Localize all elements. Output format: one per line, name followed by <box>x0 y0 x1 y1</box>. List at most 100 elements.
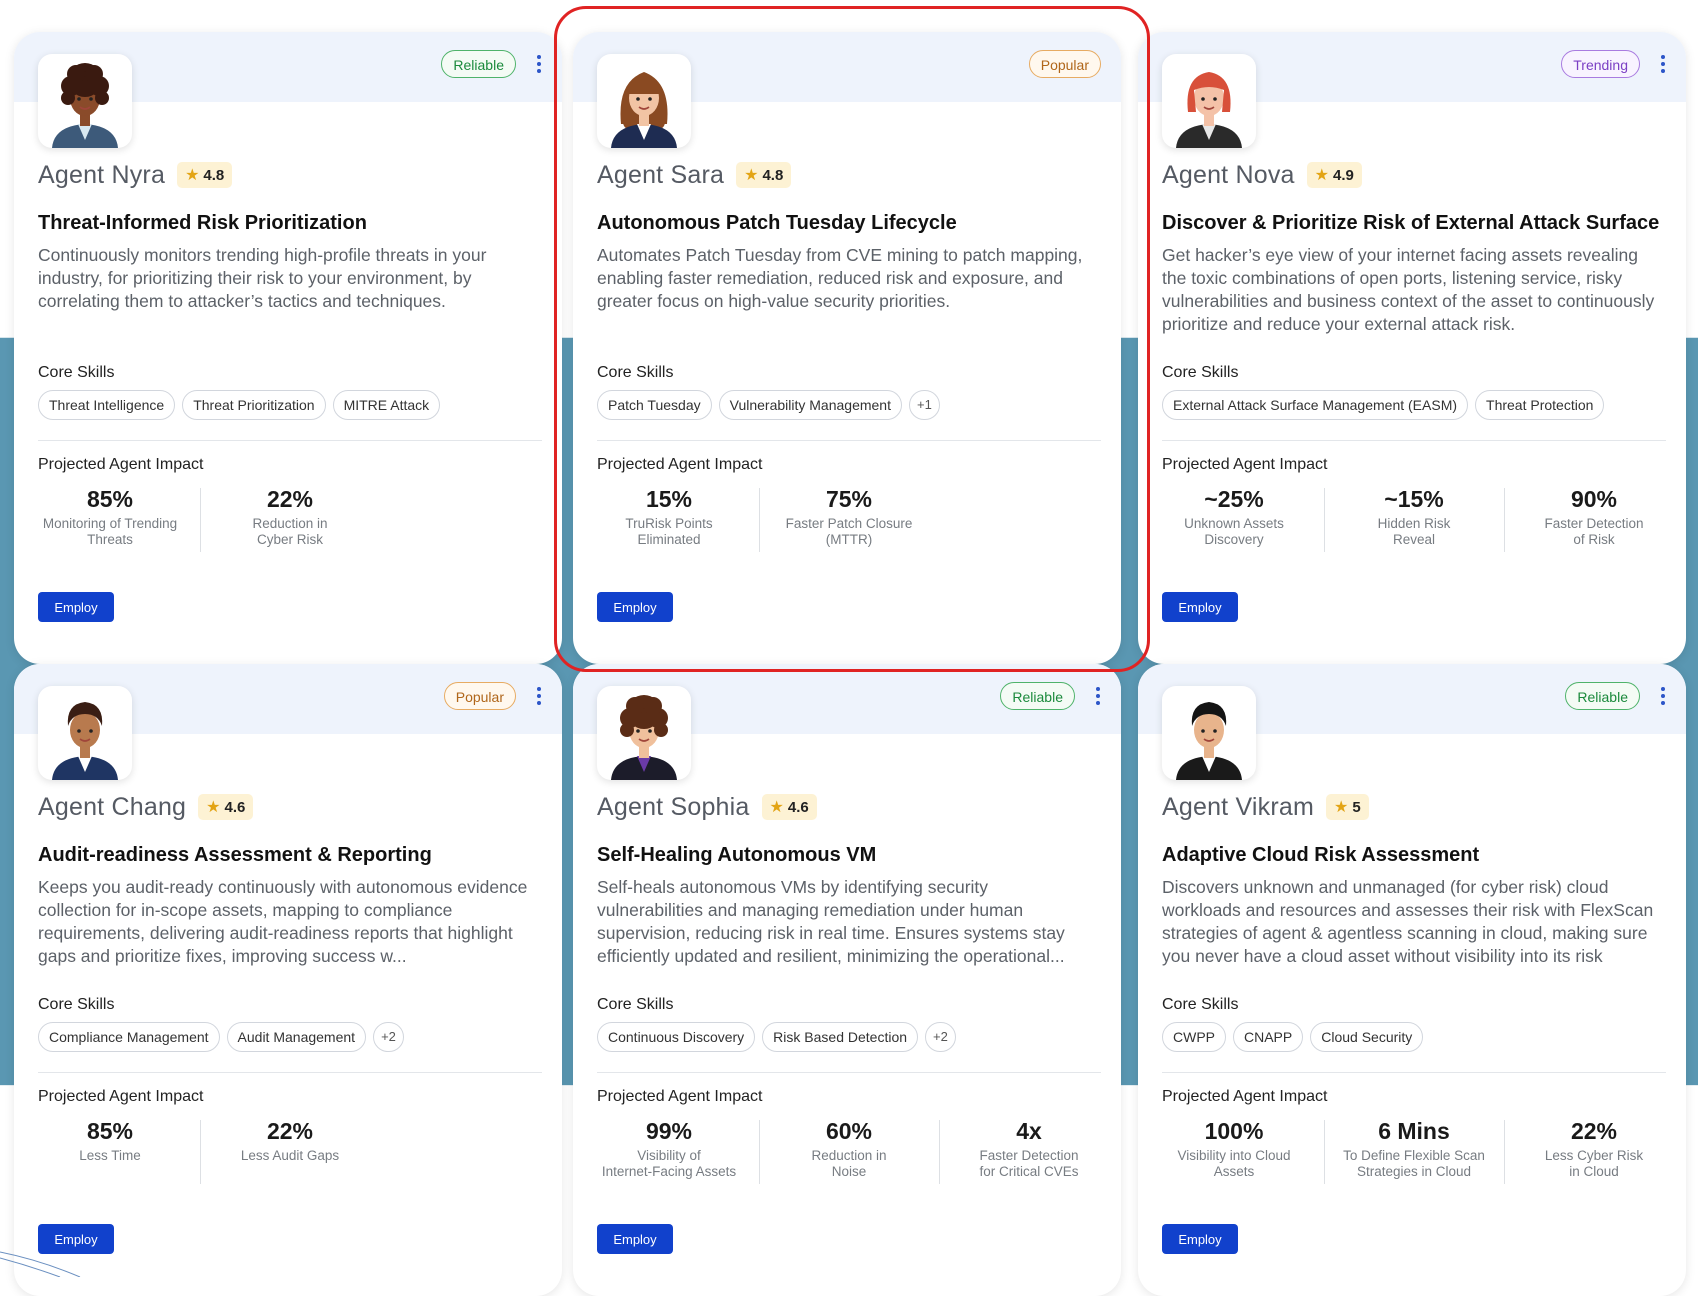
core-skills-heading: Core Skills <box>1162 364 1239 381</box>
skill-chip[interactable]: Compliance Management <box>38 1022 220 1052</box>
status-badge: Reliable <box>441 50 516 78</box>
employ-button[interactable]: Employ <box>597 1224 673 1254</box>
impact-heading: Projected Agent Impact <box>38 1088 204 1105</box>
card-description: Self-heals autonomous VMs by identifying… <box>597 877 1065 966</box>
metric-value: ~15% <box>1384 486 1444 512</box>
metric-value: 85% <box>86 1118 134 1144</box>
metric-value: 15% <box>645 486 693 512</box>
rating-value: 4.8 <box>762 166 784 184</box>
impact-metrics: 85% Less Time 22% Less Audit Gaps <box>20 1116 380 1184</box>
agent-card-agent-nyra[interactable]: Reliable Agent Nyra ★ 4.8 Threat-Informe… <box>14 32 562 664</box>
more-skills-chip[interactable]: +2 <box>373 1022 404 1052</box>
skill-chip[interactable]: Vulnerability Management <box>718 390 902 420</box>
core-skills-heading: Core Skills <box>38 364 115 381</box>
metric-value: 4x <box>1016 1118 1042 1144</box>
impact-metric: 100% Visibility into Cloud Assets <box>1144 1116 1324 1180</box>
agent-avatar <box>38 54 132 148</box>
status-badge: Popular <box>1028 50 1101 78</box>
impact-heading: Projected Agent Impact <box>1162 1088 1328 1105</box>
employ-button[interactable]: Employ <box>597 592 673 622</box>
impact-metric: 60% Reduction in Noise <box>759 1116 939 1184</box>
metric-label: Less Audit Gaps <box>240 1148 340 1163</box>
agent-card-agent-nova[interactable]: Trending Agent Nova ★ 4.9 Discover & Pri… <box>1138 32 1686 664</box>
core-skills-heading: Core Skills <box>597 996 674 1013</box>
divider <box>38 1072 542 1073</box>
impact-metric: ~15% Hidden Risk Reveal <box>1324 484 1504 552</box>
impact-metric: 85% Monitoring of Trending Threats <box>20 484 200 548</box>
more-skills-chip[interactable]: +2 <box>925 1022 956 1052</box>
more-options-icon[interactable] <box>1658 684 1668 712</box>
impact-metrics: ~25% Unknown Assets Discovery ~15% Hidden R… <box>1144 484 1684 552</box>
agent-card-agent-sara[interactable]: Popular Agent Sara ★ 4.8 Autonomous Patc… <box>573 32 1121 664</box>
metric-value: 22% <box>266 1118 314 1144</box>
rating-badge: ★ 4.9 <box>1306 162 1362 188</box>
metric-label: Hidden Risk Reveal <box>1377 516 1451 547</box>
status-badge: Popular <box>443 682 516 710</box>
skill-chip[interactable]: Patch Tuesday <box>597 390 712 420</box>
rating-badge: ★ 4.6 <box>198 794 254 820</box>
divider <box>1162 440 1666 441</box>
skill-chip[interactable]: Threat Intelligence <box>38 390 176 420</box>
more-options-icon[interactable] <box>534 52 544 80</box>
more-skills-chip[interactable]: +1 <box>908 390 940 420</box>
agent-avatar <box>1162 54 1256 148</box>
metric-value: 75% <box>825 486 873 512</box>
metric-label: Reduction in Cyber Risk <box>252 516 328 547</box>
employ-button[interactable]: Employ <box>38 592 114 622</box>
impact-metric: ~25% Unknown Assets Discovery <box>1144 484 1324 548</box>
core-skills-heading: Core Skills <box>597 364 674 381</box>
rating-value: 5 <box>1352 798 1361 816</box>
star-icon: ★ <box>744 167 759 184</box>
metric-label: Visibility of Internet-Facing Assets <box>601 1148 737 1179</box>
divider <box>38 440 542 441</box>
skills-list: CWPP CNAPP Cloud Security <box>1162 1022 1668 1052</box>
card-description: Automates Patch Tuesday from CVE mining … <box>597 245 1083 311</box>
impact-metric: 4x Faster Detection for Critical CVEs <box>939 1116 1119 1184</box>
impact-heading: Projected Agent Impact <box>38 456 204 473</box>
skill-chip[interactable]: Risk Based Detection <box>762 1022 919 1052</box>
employ-button[interactable]: Employ <box>1162 1224 1238 1254</box>
star-icon: ★ <box>206 799 221 816</box>
metric-value: 85% <box>86 486 134 512</box>
impact-metric: 90% Faster Detection of Risk <box>1504 484 1684 552</box>
skill-chip[interactable]: CWPP <box>1162 1022 1226 1052</box>
skill-chip[interactable]: MITRE Attack <box>332 390 441 420</box>
more-options-icon[interactable] <box>534 684 544 712</box>
skill-chip[interactable]: Cloud Security <box>1310 1022 1424 1052</box>
card-description: Keeps you audit-ready continuously with … <box>38 877 528 966</box>
skill-chip[interactable]: Threat Prioritization <box>182 390 326 420</box>
rating-value: 4.6 <box>787 798 809 816</box>
metric-label: Faster Detection of Risk <box>1544 516 1644 547</box>
rating-badge: ★ 5 <box>1326 794 1369 820</box>
skill-chip[interactable]: CNAPP <box>1233 1022 1304 1052</box>
impact-metric: 6 Mins To Define Flexible Scan Strategies… <box>1324 1116 1504 1184</box>
rating-value: 4.8 <box>203 166 225 184</box>
more-options-icon[interactable] <box>1658 52 1668 80</box>
card-title: Autonomous Patch Tuesday Lifecycle <box>597 212 957 234</box>
employ-button[interactable]: Employ <box>1162 592 1238 622</box>
agent-card-agent-chang[interactable]: Popular Agent Chang ★ 4.6 Audit-readines… <box>14 664 562 1296</box>
impact-metrics: 99% Visibility of Internet-Facing Assets 6… <box>579 1116 1119 1184</box>
skill-chip[interactable]: Threat Protection <box>1475 390 1605 420</box>
skill-chip[interactable]: Audit Management <box>226 1022 367 1052</box>
impact-metric: 99% Visibility of Internet-Facing Assets <box>579 1116 759 1180</box>
metric-label: TruRisk Points Eliminated <box>625 516 713 547</box>
skill-chip[interactable]: Continuous Discovery <box>597 1022 756 1052</box>
more-options-icon[interactable] <box>1093 684 1103 712</box>
star-icon: ★ <box>1314 167 1329 184</box>
skill-chip[interactable]: External Attack Surface Management (EASM… <box>1162 390 1469 420</box>
agent-name: Agent Nova <box>1162 160 1295 189</box>
agent-card-agent-sophia[interactable]: Reliable Agent Sophia ★ 4.6 Self-Healing… <box>573 664 1121 1296</box>
impact-heading: Projected Agent Impact <box>597 1088 763 1105</box>
impact-metric: 22% Less Audit Gaps <box>200 1116 380 1184</box>
corner-decoration <box>0 1251 81 1277</box>
metric-value: 6 Mins <box>1378 1118 1450 1144</box>
impact-heading: Projected Agent Impact <box>1162 456 1328 473</box>
agent-name: Agent Sara <box>597 160 725 189</box>
metric-label: Less Cyber Risk in Cloud <box>1544 1148 1644 1179</box>
rating-value: 4.9 <box>1332 166 1354 184</box>
agent-avatar <box>38 686 132 780</box>
core-skills-heading: Core Skills <box>1162 996 1239 1013</box>
agent-card-agent-vikram[interactable]: Reliable Agent Vikram ★ 5 Adaptive Cloud… <box>1138 664 1686 1296</box>
core-skills-heading: Core Skills <box>38 996 115 1013</box>
